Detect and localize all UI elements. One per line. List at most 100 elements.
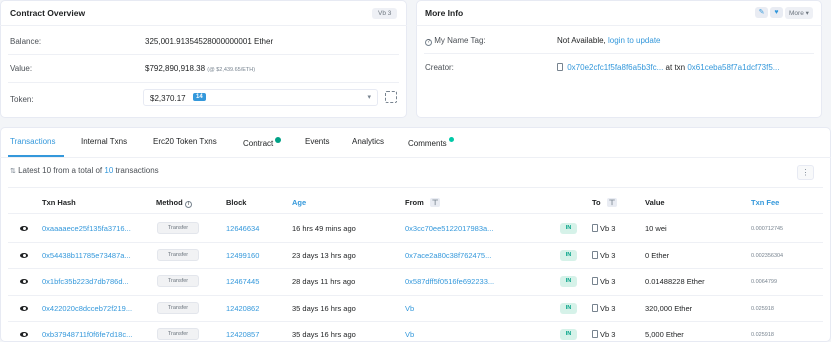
- more-label: More: [789, 10, 804, 17]
- eye-icon[interactable]: [20, 252, 28, 258]
- tag-icon[interactable]: ✎: [755, 7, 768, 18]
- txn-fee-text: 0.000712745: [751, 226, 784, 232]
- eye-icon[interactable]: [20, 305, 28, 311]
- divider: [8, 82, 399, 83]
- method-badge: Transfer: [157, 248, 199, 261]
- col-value: Value: [645, 198, 665, 207]
- value-text: 320,000 Ether: [645, 303, 693, 313]
- direction-badge: IN: [560, 249, 577, 261]
- method-badge: Transfer: [157, 301, 199, 314]
- age-text: 16 hrs 49 mins ago: [292, 224, 356, 233]
- age-text: 28 days 11 hrs ago: [292, 277, 356, 286]
- document-icon: [592, 250, 598, 259]
- tab-analytics[interactable]: Analytics: [352, 137, 384, 146]
- tabs-divider: [0, 157, 831, 158]
- to-address[interactable]: Vb 3: [592, 330, 615, 339]
- to-label: Vb 3: [600, 224, 616, 233]
- txn-hash-link[interactable]: 0xaaaaece25f135fa3716...: [42, 224, 131, 233]
- chevron-down-icon: ▾: [803, 10, 809, 17]
- summary-prefix: Latest 10 from a total of: [18, 166, 103, 175]
- from-address-link[interactable]: Vb: [405, 304, 414, 313]
- eye-icon[interactable]: [20, 279, 28, 284]
- value-text: 0.01488228 Ether: [645, 277, 705, 286]
- from-address-link[interactable]: 0x3cc70ee5122017983a...: [405, 224, 493, 233]
- to-label: Vb 3: [600, 250, 616, 260]
- divider: [8, 187, 823, 188]
- chevron-down-icon: ▾: [367, 94, 371, 101]
- document-icon: [592, 303, 598, 312]
- col-from: From ⊤: [405, 198, 441, 207]
- creator-address-link[interactable]: 0x70e2cfc1f5fa8f6a5b3fc...: [567, 63, 663, 72]
- txn-hash-link[interactable]: 0x54438b11785e73487a...: [42, 251, 131, 260]
- txn-hash-link[interactable]: 0xb37948711f0f6fe7d18c...: [42, 330, 132, 339]
- creator-at-text: at txn: [665, 63, 686, 72]
- col-block: Block: [226, 198, 247, 207]
- to-address[interactable]: Vb 3: [592, 250, 616, 260]
- row-divider: [8, 321, 823, 322]
- contract-overview-title: Contract Overview: [10, 8, 86, 18]
- age-text: 35 days 16 hrs ago: [292, 330, 356, 339]
- name-tag-value: Not Available,: [557, 36, 606, 45]
- divider: [8, 213, 823, 214]
- col-txn-fee[interactable]: Txn Fee: [751, 198, 779, 207]
- login-link[interactable]: login to update: [608, 36, 661, 45]
- filter-icon[interactable]: ⊤: [429, 198, 441, 207]
- value-label: Value:: [10, 64, 33, 73]
- sort-icon: ⇅: [10, 168, 16, 175]
- filter-icon[interactable]: ⊤: [606, 198, 618, 207]
- tab-comments-label: Comments: [408, 139, 447, 148]
- more-button[interactable]: More ▾: [785, 7, 813, 19]
- txn-fee-text: 0.0064799: [751, 279, 777, 285]
- col-txn-hash: Txn Hash: [42, 198, 76, 207]
- heart-icon[interactable]: ♥: [770, 7, 783, 18]
- txn-hash-link[interactable]: 0x422020c8dcceb72f219...: [42, 304, 132, 313]
- txn-hash-link[interactable]: 0x1bfc35b223d7db786d...: [42, 277, 129, 286]
- method-badge: Transfer: [157, 222, 199, 234]
- block-link[interactable]: 12420862: [226, 304, 259, 313]
- divider: [424, 53, 814, 54]
- tab-contract-label: Contract: [243, 139, 274, 148]
- col-method-label: Method: [156, 198, 183, 207]
- from-address-link[interactable]: 0x587dff5f0516fe692233...: [405, 277, 494, 286]
- token-count-badge: 14: [193, 93, 206, 101]
- block-link[interactable]: 12420857: [226, 330, 259, 339]
- token-value: $2,370.17: [150, 94, 186, 103]
- info-icon: i: [184, 201, 192, 208]
- eye-icon[interactable]: [20, 332, 28, 337]
- name-tag-label: My Name Tag:: [434, 36, 486, 45]
- divider: [8, 54, 399, 55]
- block-link[interactable]: 12646634: [226, 224, 259, 233]
- value-amount: $792,890,918.38: [145, 64, 206, 73]
- document-icon: [592, 224, 598, 232]
- value-value: $792,890,918.38 (@ $2,439.65/ETH): [145, 64, 255, 73]
- direction-badge: IN: [560, 223, 577, 234]
- row-divider: [8, 268, 823, 269]
- token-dropdown[interactable]: $2,370.17 14 ▾: [143, 89, 378, 106]
- tab-internal-txns[interactable]: Internal Txns: [81, 137, 127, 146]
- help-icon: ?: [425, 39, 432, 46]
- summary-count[interactable]: 10: [104, 166, 113, 175]
- tab-events[interactable]: Events: [305, 137, 329, 146]
- tab-comments[interactable]: Comments: [408, 137, 454, 148]
- block-link[interactable]: 12499160: [226, 251, 259, 260]
- col-to: To ⊤: [592, 198, 618, 207]
- to-address[interactable]: Vb 3: [592, 224, 615, 233]
- options-button[interactable]: ⋮: [797, 165, 814, 180]
- eye-icon[interactable]: [20, 226, 28, 231]
- token-label: Token:: [10, 95, 34, 104]
- expand-icon[interactable]: [385, 91, 397, 103]
- direction-badge: IN: [560, 276, 577, 287]
- to-address[interactable]: Vb 3: [592, 277, 615, 286]
- more-info-title: More Info: [425, 8, 464, 18]
- from-address-link[interactable]: 0x7ace2a80c38f762475...: [405, 251, 491, 260]
- col-age[interactable]: Age: [292, 198, 306, 207]
- name-tag-row: ? My Name Tag:: [425, 36, 486, 46]
- to-address[interactable]: Vb 3: [592, 303, 615, 313]
- txn-fee-text: 0.025918: [751, 305, 774, 312]
- tab-erc20-token-txns[interactable]: Erc20 Token Txns: [153, 137, 217, 146]
- from-address-link[interactable]: Vb: [405, 330, 414, 339]
- tab-contract[interactable]: Contract: [243, 137, 282, 148]
- tab-transactions[interactable]: Transactions: [10, 137, 56, 146]
- creator-txn-link[interactable]: 0x61ceba58f7a1dcf73f5...: [687, 63, 779, 72]
- block-link[interactable]: 12467445: [226, 277, 259, 286]
